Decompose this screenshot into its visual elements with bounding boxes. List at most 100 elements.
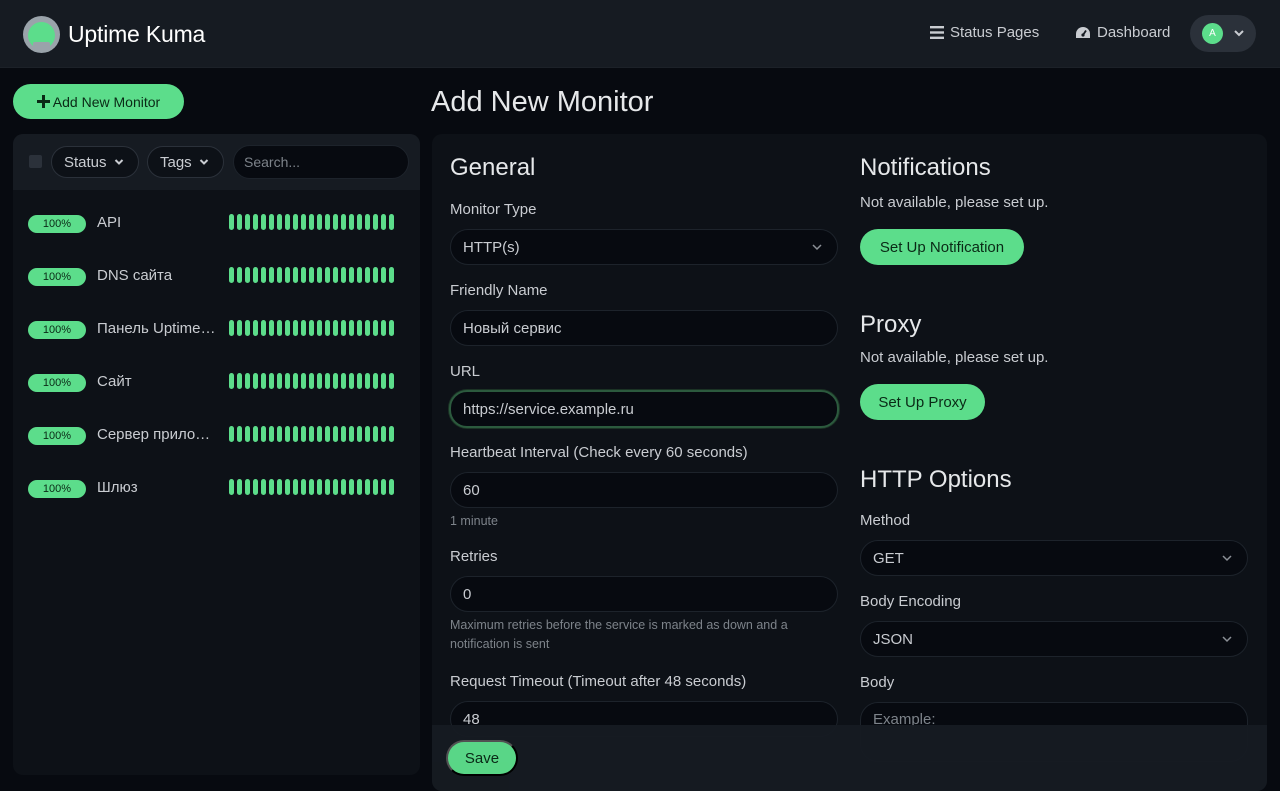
heartbeat-beat	[381, 426, 386, 442]
friendly-name-input[interactable]: Новый сервис	[450, 310, 838, 346]
uptime-kuma-logo-icon[interactable]	[23, 16, 60, 53]
heartbeat-beat	[253, 320, 258, 336]
heartbeat-beat	[245, 267, 250, 283]
tags-filter-label: Tags	[160, 153, 192, 171]
heartbeat-beat	[333, 373, 338, 389]
method-select[interactable]: GET	[860, 540, 1248, 576]
add-new-monitor-button[interactable]: Add New Monitor	[13, 84, 184, 119]
body-encoding-select[interactable]: JSON	[860, 621, 1248, 657]
heartbeat-bar	[229, 214, 394, 230]
heartbeat-beat	[245, 320, 250, 336]
heartbeat-beat	[285, 479, 290, 495]
heartbeat-beat	[365, 320, 370, 336]
heartbeat-beat	[365, 373, 370, 389]
body-encoding-label: Body Encoding	[860, 593, 961, 610]
notifications-text: Not available, please set up.	[860, 194, 1049, 211]
heartbeat-beat	[229, 426, 234, 442]
heartbeat-interval-help: 1 minute	[450, 514, 498, 528]
tags-filter-dropdown[interactable]: Tags	[147, 146, 224, 178]
list-item[interactable]: 100% Сайт	[13, 358, 420, 410]
heartbeat-beat	[381, 373, 386, 389]
heartbeat-beat	[309, 426, 314, 442]
heartbeat-beat	[333, 267, 338, 283]
uptime-badge: 100%	[28, 215, 86, 233]
heartbeat-beat	[261, 373, 266, 389]
select-all-checkbox[interactable]	[29, 155, 42, 168]
retries-label: Retries	[450, 548, 498, 565]
user-menu[interactable]: A	[1190, 15, 1256, 52]
list-item[interactable]: 100% Панель Uptime Kuma	[13, 305, 420, 357]
body-encoding-value: JSON	[873, 630, 914, 648]
nav-status-pages[interactable]: Status Pages	[930, 24, 1039, 41]
chevron-down-icon	[812, 244, 822, 251]
list-item[interactable]: 100% DNS сайта	[13, 252, 420, 304]
heartbeat-beat	[309, 214, 314, 230]
heartbeat-beat	[277, 373, 282, 389]
heartbeat-beat	[365, 267, 370, 283]
heartbeat-beat	[309, 267, 314, 283]
set-up-proxy-button[interactable]: Set Up Proxy	[860, 384, 985, 420]
url-value: https://service.example.ru	[463, 400, 634, 418]
heartbeat-beat	[373, 479, 378, 495]
list-item[interactable]: 100% API	[13, 199, 420, 251]
heartbeat-beat	[237, 214, 242, 230]
save-button[interactable]: Save	[446, 740, 518, 776]
retries-input[interactable]: 0	[450, 576, 838, 612]
heartbeat-beat	[317, 320, 322, 336]
heartbeat-beat	[341, 373, 346, 389]
heartbeat-beat	[349, 214, 354, 230]
set-up-notification-button[interactable]: Set Up Notification	[860, 229, 1024, 265]
heartbeat-interval-input[interactable]: 60	[450, 472, 838, 508]
heartbeat-beat	[301, 320, 306, 336]
heartbeat-beat	[373, 267, 378, 283]
heartbeat-beat	[373, 320, 378, 336]
heartbeat-beat	[269, 267, 274, 283]
monitor-name: Сервер приложений	[97, 426, 217, 443]
heartbeat-beat	[325, 214, 330, 230]
heartbeat-interval-label: Heartbeat Interval (Check every 60 secon…	[450, 444, 748, 461]
heartbeat-beat	[341, 214, 346, 230]
heartbeat-beat	[269, 479, 274, 495]
heartbeat-beat	[261, 267, 266, 283]
top-navbar: Uptime Kuma Status Pages Dashboard A	[0, 0, 1280, 68]
app-title[interactable]: Uptime Kuma	[68, 21, 205, 48]
heartbeat-beat	[277, 426, 282, 442]
heartbeat-beat	[349, 373, 354, 389]
heartbeat-beat	[325, 426, 330, 442]
heartbeat-beat	[237, 373, 242, 389]
list-item[interactable]: 100% Сервер приложений	[13, 411, 420, 463]
heartbeat-beat	[389, 373, 394, 389]
list-item[interactable]: 100% Шлюз	[13, 464, 420, 516]
url-input[interactable]: https://service.example.ru	[449, 390, 839, 428]
status-filter-dropdown[interactable]: Status	[51, 146, 139, 178]
heartbeat-bar	[229, 426, 394, 442]
heartbeat-bar	[229, 373, 394, 389]
heartbeat-beat	[357, 320, 362, 336]
status-filter-label: Status	[64, 153, 107, 171]
monitor-name: Сайт	[97, 373, 132, 390]
heartbeat-beat	[261, 214, 266, 230]
heartbeat-beat	[253, 214, 258, 230]
method-label: Method	[860, 512, 911, 529]
heartbeat-beat	[373, 373, 378, 389]
request-timeout-label: Request Timeout (Timeout after 48 second…	[450, 673, 747, 690]
heartbeat-beat	[317, 373, 322, 389]
heartbeat-beat	[277, 214, 282, 230]
heartbeat-beat	[317, 214, 322, 230]
heartbeat-beat	[309, 373, 314, 389]
monitor-type-select[interactable]: HTTP(s)	[450, 229, 838, 265]
heartbeat-beat	[325, 373, 330, 389]
chevron-down-icon	[199, 159, 208, 165]
heartbeat-beat	[389, 320, 394, 336]
heartbeat-bar	[229, 267, 394, 283]
friendly-name-label: Friendly Name	[450, 282, 548, 299]
heartbeat-beat	[365, 426, 370, 442]
nav-dashboard[interactable]: Dashboard	[1075, 24, 1170, 41]
uptime-badge: 100%	[28, 321, 86, 339]
search-input[interactable]	[233, 145, 409, 179]
heartbeat-beat	[381, 267, 386, 283]
heartbeat-beat	[333, 214, 338, 230]
heartbeat-beat	[269, 214, 274, 230]
heartbeat-beat	[381, 320, 386, 336]
uptime-badge: 100%	[28, 268, 86, 286]
